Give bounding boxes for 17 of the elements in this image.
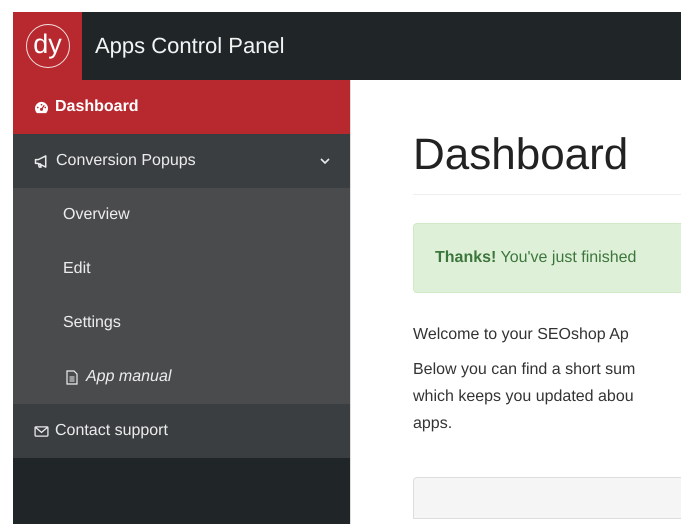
sidebar-item[interactable]: Contact support — [13, 404, 350, 458]
document-icon — [66, 370, 78, 384]
dashboard-icon — [34, 100, 49, 114]
sidebar-item[interactable]: Dashboard — [13, 80, 350, 134]
envelope-icon — [34, 426, 49, 436]
submenu-item[interactable]: App manual — [13, 350, 350, 404]
alert-message: Thanks! You've just finished — [435, 249, 636, 267]
app-title: Apps Control Panel — [95, 33, 285, 59]
submenu-item[interactable]: Overview — [13, 188, 350, 242]
paragraph: Welcome to your SEOshop Ap — [413, 325, 630, 345]
sidebar-item[interactable]: Conversion Popups — [13, 134, 350, 188]
logo: dy — [26, 24, 70, 68]
submenu-item[interactable]: Settings — [13, 296, 350, 350]
submenu-item[interactable]: Edit — [13, 242, 350, 296]
chevron-icon — [320, 158, 330, 164]
page-title: Dashboard — [413, 130, 630, 180]
paragraph: Below you can find a short sum which keeps you updated abou apps. — [413, 360, 636, 434]
